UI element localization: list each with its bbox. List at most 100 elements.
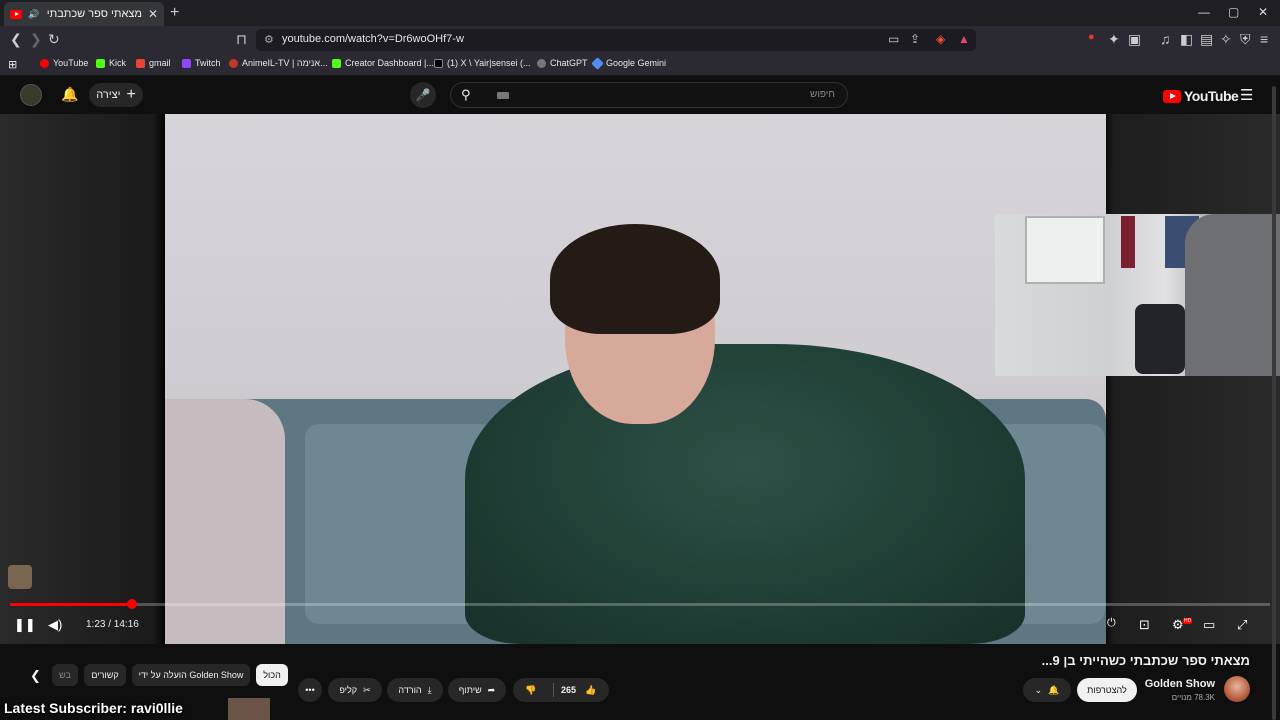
bookmark-icon[interactable]: ⊓: [236, 31, 247, 48]
download-icon: ⤓: [427, 684, 432, 695]
bookmark-gemini[interactable]: Google Gemini: [591, 56, 667, 70]
browser-toolbar: ❮ ❯ ↻ ⊓ ⚙ youtube.com/watch?v=Dr6woOHf7-…: [0, 26, 1280, 54]
bookmark-gmail[interactable]: gmail: [136, 58, 171, 68]
share-button[interactable]: שיתוף ➦: [448, 678, 506, 702]
microphone-icon: 🎤: [415, 88, 431, 102]
latest-subscriber-overlay: Latest Subscriber: ravi0llie: [4, 700, 183, 716]
page: 🔊 מצאתי ספר שכתבתי כשהייתי ✕ + — ▢ ✕ ❮ ❯…: [0, 0, 1280, 720]
volume-icon[interactable]: ◀): [48, 617, 62, 633]
more-actions-button[interactable]: •••: [298, 678, 322, 702]
leo-ai-icon[interactable]: ✧: [1220, 31, 1232, 48]
bookmark-youtube[interactable]: YouTube: [40, 58, 88, 68]
plus-icon: +: [126, 86, 136, 103]
url-text[interactable]: youtube.com/watch?v=Dr6woOHf7-w: [282, 33, 464, 45]
gemini-icon: [591, 56, 604, 70]
channel-name[interactable]: Golden Show: [1145, 678, 1215, 690]
hd-badge: HD: [1183, 618, 1193, 624]
theater-mode-icon[interactable]: ▭: [1203, 617, 1215, 633]
video-frame[interactable]: [165, 114, 1106, 644]
pause-icon[interactable]: ❚❚: [14, 617, 36, 633]
bookmark-animeil[interactable]: AnimeIL-TV | אנימה...: [229, 58, 328, 68]
page-scrollbar[interactable]: [1272, 86, 1276, 720]
vpn-icon[interactable]: ⛨: [1240, 31, 1251, 48]
youtube-logo[interactable]: YouTube: [1163, 88, 1239, 104]
person-hair-graphic: [550, 224, 720, 334]
notification-bell-button[interactable]: ⌄ 🔔: [1023, 678, 1071, 702]
cast-icon[interactable]: ▭: [888, 32, 899, 46]
search-placeholder: חיפוש: [810, 89, 835, 100]
extensions-icon[interactable]: ✦: [1108, 31, 1120, 48]
create-label: יצירה: [96, 89, 121, 101]
forward-icon[interactable]: ❯: [30, 31, 42, 48]
chip-uploaded-by[interactable]: הועלה על ידי Golden Show: [132, 664, 250, 686]
bell-icon: 🔔: [1048, 684, 1060, 695]
apps-grid-icon[interactable]: ⊞: [8, 58, 17, 71]
keyboard-icon[interactable]: [497, 92, 509, 99]
kick-icon: [332, 58, 341, 68]
share-icon[interactable]: ⇪: [910, 32, 920, 46]
media-icon[interactable]: ♫: [1160, 31, 1171, 47]
autoplay-toggle-icon[interactable]: ⏻: [1107, 617, 1116, 630]
brave-shield-icon[interactable]: ◈: [936, 32, 945, 46]
tab-close-icon[interactable]: ✕: [148, 7, 158, 21]
browser-tab-strip: 🔊 מצאתי ספר שכתבתי כשהייתי ✕ + — ▢ ✕: [0, 0, 1280, 26]
download-button[interactable]: הורדה ⤓: [387, 678, 443, 702]
twitch-icon: [182, 58, 191, 68]
back-icon[interactable]: ❮: [10, 31, 22, 48]
wallet-icon[interactable]: ▣: [1128, 31, 1141, 48]
extension-red-icon[interactable]: ●: [1088, 31, 1095, 43]
search-icon[interactable]: ⚲: [461, 87, 471, 103]
account-avatar[interactable]: [20, 84, 42, 106]
new-tab-button[interactable]: +: [170, 4, 179, 22]
notifications-bell-icon[interactable]: 🔔: [61, 86, 78, 103]
chatgpt-icon: [537, 58, 546, 68]
fullscreen-icon[interactable]: ⤢: [1237, 617, 1247, 633]
bookmarks-bar: ⊞ YouTube Kick gmail Twitch AnimeIL-TV |…: [0, 54, 1280, 76]
speaker-icon[interactable]: 🔊: [28, 9, 39, 20]
bookmark-x[interactable]: (1) X \ Yair|sensei (...: [434, 58, 531, 68]
chips-prev-chevron-icon[interactable]: ❮: [30, 668, 41, 684]
more-horizontal-icon: •••: [305, 685, 315, 695]
settings-gear-icon[interactable]: ⚙: [1172, 617, 1184, 633]
bookmark-kick[interactable]: Kick: [96, 58, 126, 68]
search-box[interactable]: ⚲ חיפוש: [450, 82, 848, 108]
site-info-icon[interactable]: ⚙: [264, 33, 274, 46]
subscribe-button[interactable]: להצטרפות: [1077, 678, 1137, 702]
divider: [553, 683, 554, 697]
chip-all[interactable]: הכול: [256, 664, 288, 686]
webcam-overlay: [995, 214, 1280, 376]
clip-button[interactable]: קליפ ✂: [328, 678, 382, 702]
bookmark-label: Creator Dashboard |...: [345, 58, 434, 68]
dislike-icon[interactable]: 👎: [525, 685, 536, 696]
browser-tab-active[interactable]: 🔊 מצאתי ספר שכתבתי כשהייתי ✕: [4, 2, 164, 26]
wallet2-icon[interactable]: ▤: [1200, 31, 1213, 48]
reload-icon[interactable]: ↻: [48, 31, 60, 48]
menu-icon[interactable]: ≡: [1260, 31, 1268, 47]
bookmark-twitch[interactable]: Twitch: [182, 58, 221, 68]
video-player[interactable]: [0, 114, 1280, 644]
create-button[interactable]: יצירה +: [89, 83, 143, 107]
sidebar-icon[interactable]: ◧: [1180, 31, 1193, 48]
scissors-icon: ✂: [363, 684, 371, 695]
subtitles-icon[interactable]: ⊡: [1139, 617, 1150, 633]
chip-more[interactable]: בש: [52, 664, 78, 686]
progress-bar[interactable]: [10, 599, 1270, 609]
window-close-button[interactable]: ✕: [1258, 5, 1268, 19]
guide-menu-icon[interactable]: ☰: [1240, 86, 1253, 104]
youtube-logo-text: YouTube: [1184, 88, 1239, 104]
bookmark-label: Google Gemini: [606, 58, 667, 68]
overlay-thumbnail: [228, 698, 270, 720]
rewards-icon[interactable]: ▲: [958, 32, 970, 46]
channel-avatar[interactable]: [1224, 676, 1250, 702]
bookmark-creator-dashboard[interactable]: Creator Dashboard |...: [332, 58, 434, 68]
bookmark-chatgpt[interactable]: ChatGPT: [537, 58, 588, 68]
maximize-button[interactable]: ▢: [1228, 5, 1239, 19]
video-title: מצאתי ספר שכתבתי כשהייתי בן 9...: [1041, 653, 1250, 668]
voice-search-button[interactable]: 🎤: [410, 82, 436, 108]
minimize-button[interactable]: —: [1198, 5, 1210, 19]
bookmark-label: gmail: [149, 58, 171, 68]
chip-related[interactable]: קשורים: [84, 664, 126, 686]
youtube-header: 🔔 יצירה + 🎤 ⚲ חיפוש YouTube ☰: [0, 76, 1280, 114]
address-bar[interactable]: ⚙ youtube.com/watch?v=Dr6woOHf7-w ▭ ⇪ ◈ …: [256, 29, 976, 51]
like-icon[interactable]: 👍: [585, 685, 596, 696]
